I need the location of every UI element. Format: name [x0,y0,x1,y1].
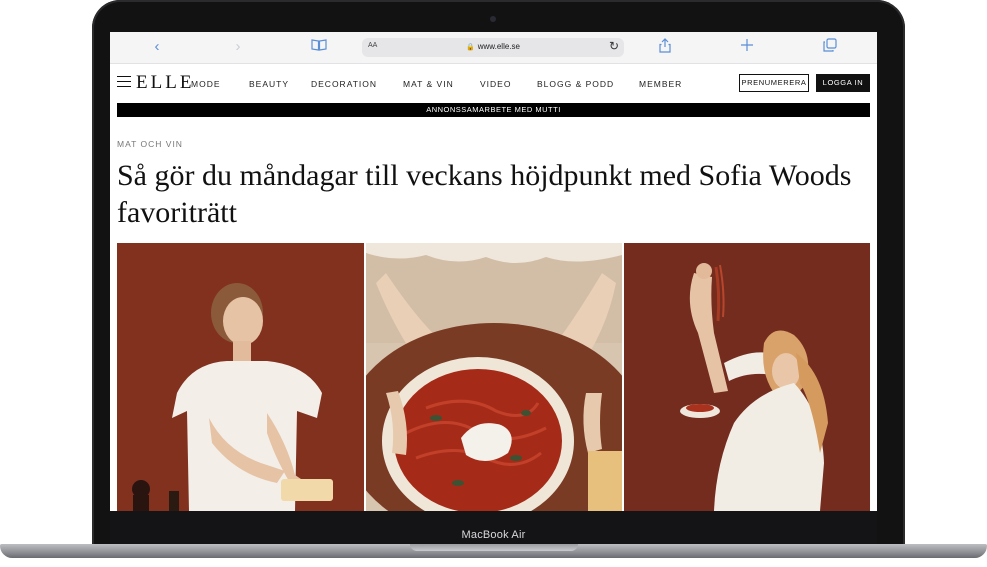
subscribe-button[interactable]: PRENUMERERA [739,74,809,92]
article-photo-pasta-dish [366,243,622,511]
reload-icon[interactable]: ↻ [609,39,619,53]
article-photo-woman-cooking [117,243,364,511]
laptop-notch [410,544,578,551]
nav-item-decoration[interactable]: DECORATION [311,79,377,89]
sponsor-banner[interactable]: ANNONSSAMARBETE MED MUTTI [117,103,870,117]
back-icon[interactable]: ‹ [148,38,166,56]
article-category[interactable]: MAT OCH VIN [117,139,183,149]
tabs-icon[interactable] [821,38,839,56]
forward-icon[interactable]: › [229,38,247,56]
article-photo-woman-eating-pasta [624,243,870,511]
nav-item-member[interactable]: MEMBER [639,79,682,89]
nav-item-blogg-podd[interactable]: BLOGG & PODD [537,79,614,89]
url-text: 🔒 www.elle.se [362,42,624,51]
nav-item-beauty[interactable]: BEAUTY [249,79,289,89]
share-icon[interactable] [656,38,674,56]
nav-item-mode[interactable]: MODE [191,79,221,89]
hamburger-menu-icon[interactable] [117,76,131,88]
lock-icon: 🔒 [466,44,475,51]
browser-toolbar: ‹ › AA 🔒 www.elle.se ↻ [110,32,877,64]
article-headline: Så gör du måndagar till veckans höjdpunk… [117,159,852,229]
address-bar[interactable]: AA 🔒 www.elle.se ↻ [362,38,624,57]
nav-item-video[interactable]: VIDEO [480,79,511,89]
login-button[interactable]: LOGGA IN [816,74,870,92]
new-tab-icon[interactable] [738,38,756,56]
url-value: www.elle.se [477,42,520,51]
reader-icon[interactable] [310,38,328,56]
camera-icon [490,16,496,22]
nav-item-mat-vin[interactable]: MAT & VIN [403,79,454,89]
site-logo[interactable]: ELLE [136,72,194,94]
screen: ‹ › AA 🔒 www.elle.se ↻ ELLE MODE BEAUTY D… [110,32,877,511]
laptop-model-label: MacBook Air [461,529,526,541]
